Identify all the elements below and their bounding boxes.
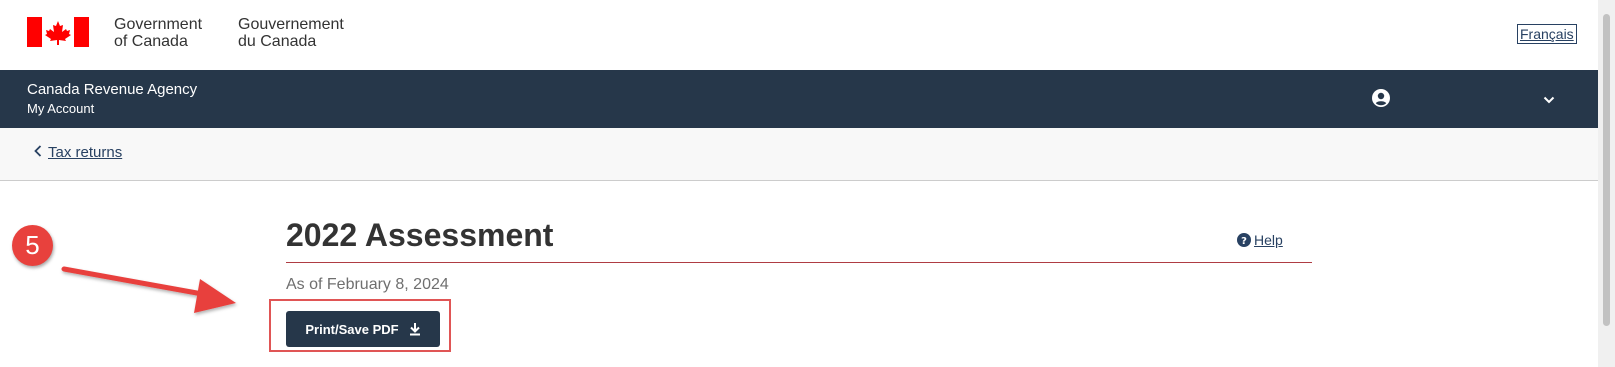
gov-en-line1: Government [114,16,203,33]
government-wordmark-english[interactable]: Government of Canada [114,16,202,50]
chevron-left-icon [34,145,42,157]
help-link[interactable]: ? Help [1237,232,1283,248]
as-of-date: As of February 8, 2024 [286,276,449,293]
breadcrumb-link[interactable]: Tax returns [34,144,122,161]
page-title: 2022 Assessment [286,217,554,253]
user-circle-icon[interactable] [1371,88,1391,113]
scrollbar-thumb[interactable] [1603,14,1610,326]
site-header: Government of Canada Gouvernement du Can… [0,0,1598,70]
agency-name: Canada Revenue Agency [27,81,198,98]
title-divider [286,262,1312,263]
help-label: Help [1254,232,1283,248]
gov-fr-line2: du Canada [238,33,317,50]
svg-text:?: ? [1241,236,1247,247]
print-save-pdf-button[interactable]: Print/Save PDF [286,311,440,347]
chevron-down-icon[interactable] [1543,92,1555,110]
question-circle-icon: ? [1237,233,1251,247]
step-marker: 5 [12,225,53,266]
annotation-arrow-icon [61,266,236,313]
print-button-label: Print/Save PDF [305,321,399,337]
breadcrumb-bar: Tax returns [0,128,1598,181]
gov-en-line2: of Canada [114,33,188,50]
breadcrumb-label: Tax returns [48,144,123,161]
account-name: My Account [27,101,95,116]
government-wordmark-french[interactable]: Gouvernement du Canada [238,16,344,50]
language-toggle-link[interactable]: Français [1517,24,1577,44]
gov-fr-line1: Gouvernement [238,16,344,33]
account-navbar: Canada Revenue Agency My Account [0,70,1598,128]
canada-flag-icon[interactable] [27,17,89,52]
download-icon [409,323,420,336]
